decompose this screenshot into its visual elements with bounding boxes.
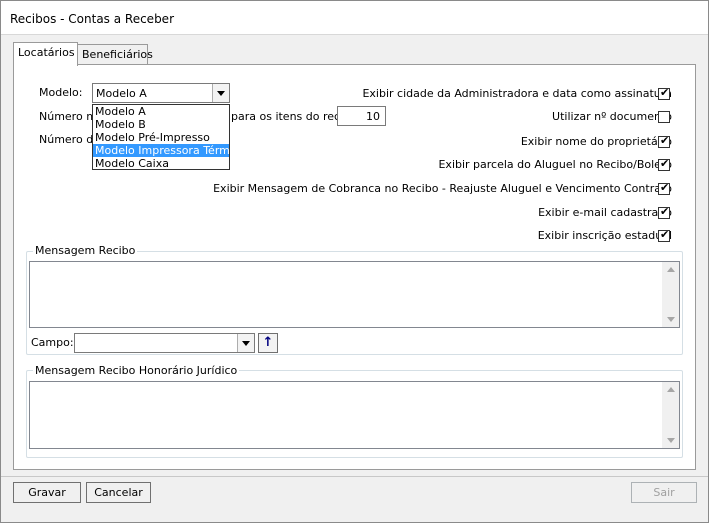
numero-de-label: Número de: [39, 133, 100, 146]
tab-locatarios-label: Locatários: [18, 46, 75, 59]
title-bar: Recibos - Contas a Receber: [1, 1, 708, 35]
check-icon: ✔: [660, 228, 670, 241]
utilizar-documento-checkbox[interactable]: [658, 111, 670, 123]
modelo-dropdown-list: Modelo A Modelo B Modelo Pré-Impresso Mo…: [92, 104, 246, 170]
option-label: Exibir inscrição estadual: [537, 229, 672, 242]
numero-itens-input[interactable]: 10: [337, 106, 386, 126]
mensagem-recibo-title: Mensagem Recibo: [33, 244, 138, 257]
parcela-aluguel-checkbox[interactable]: ✔: [658, 157, 670, 171]
modelo-option[interactable]: Modelo B: [93, 118, 229, 131]
mensagem-recibo-scrollbar[interactable]: [662, 262, 679, 327]
campo-label: Campo:: [31, 336, 74, 349]
numero-min-label: Número mí: [39, 110, 100, 123]
option-label: Utilizar nº documento: [552, 110, 672, 123]
footer-divider: [1, 476, 708, 477]
check-icon: ✔: [660, 134, 670, 147]
scroll-up-icon[interactable]: [667, 387, 675, 392]
campo-dropdown-button[interactable]: [237, 334, 254, 352]
option-label: Exibir cidade da Administradora e data c…: [362, 87, 672, 100]
check-icon: ✔: [660, 157, 670, 170]
tab-locatarios[interactable]: Locatários: [13, 42, 78, 66]
insert-field-button[interactable]: ↑: [258, 333, 278, 353]
sair-button[interactable]: Sair: [631, 482, 697, 503]
numero-itens-label: para os itens do recib: [231, 110, 351, 123]
window-title: Recibos - Contas a Receber: [10, 12, 174, 26]
campo-select[interactable]: [74, 333, 255, 353]
option-label: Exibir e-mail cadastrado: [538, 206, 672, 219]
cidade-assinatura-checkbox[interactable]: ✔: [658, 86, 670, 100]
check-icon: ✔: [660, 181, 670, 194]
modelo-option-selected[interactable]: Modelo Impressora Térmica: [93, 144, 246, 157]
check-icon: ✔: [660, 86, 670, 99]
modelo-label: Modelo:: [39, 86, 83, 99]
mensagem-honorario-title: Mensagem Recibo Honorário Jurídico: [33, 364, 240, 377]
mensagem-honorario-textarea[interactable]: [29, 381, 680, 449]
mensagem-cobranca-checkbox[interactable]: ✔: [658, 181, 670, 195]
option-label: Exibir nome do proprietário: [520, 135, 672, 148]
recibos-window: Recibos - Contas a Receber Locatários Be…: [0, 0, 709, 523]
gravar-button[interactable]: Gravar: [13, 482, 81, 503]
scroll-up-icon[interactable]: [667, 267, 675, 272]
chevron-down-icon: [242, 341, 250, 346]
modelo-dropdown-button[interactable]: [212, 84, 229, 102]
tab-beneficiarios[interactable]: Beneficiários: [77, 44, 153, 65]
modelo-option[interactable]: Modelo Pré-Impresso: [93, 131, 229, 144]
modelo-select-value: Modelo A: [96, 87, 147, 100]
check-icon: ✔: [660, 205, 670, 218]
modelo-option[interactable]: Modelo Caixa: [93, 157, 229, 170]
email-cadastrado-checkbox[interactable]: ✔: [658, 205, 670, 219]
tab-beneficiarios-label: Beneficiários: [82, 48, 153, 61]
nome-proprietario-checkbox[interactable]: ✔: [658, 134, 670, 148]
modelo-select[interactable]: Modelo A: [92, 83, 230, 103]
arrow-up-icon: ↑: [262, 335, 274, 350]
option-label: Exibir Mensagem de Cobranca no Recibo - …: [213, 182, 672, 195]
mensagem-recibo-textarea[interactable]: [29, 261, 680, 328]
option-label: Exibir parcela do Aluguel no Recibo/Bole…: [438, 158, 672, 171]
mensagem-honorario-scrollbar[interactable]: [662, 382, 679, 448]
cancelar-button[interactable]: Cancelar: [86, 482, 151, 503]
scroll-down-icon[interactable]: [667, 438, 675, 443]
modelo-option[interactable]: Modelo A: [93, 105, 229, 118]
scroll-down-icon[interactable]: [667, 317, 675, 322]
inscricao-estadual-checkbox[interactable]: ✔: [658, 228, 670, 242]
chevron-down-icon: [217, 91, 225, 96]
